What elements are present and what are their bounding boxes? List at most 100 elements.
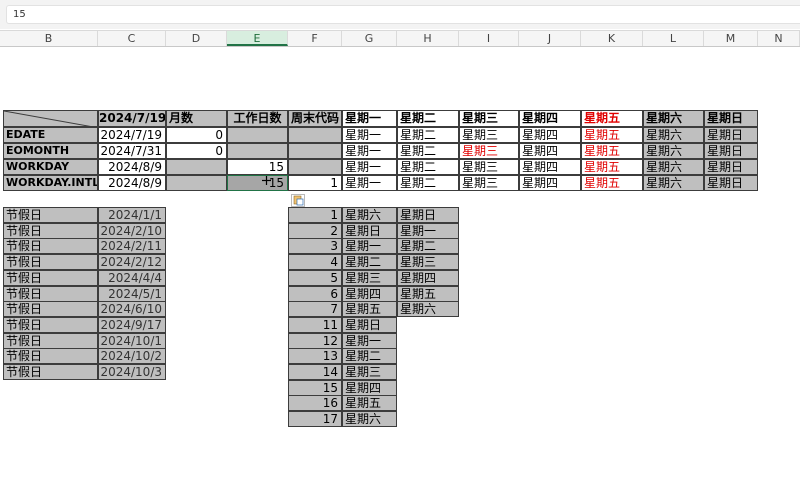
weekend-code-number[interactable]: 2: [288, 223, 342, 239]
holiday-label[interactable]: 节假日: [3, 254, 98, 270]
weekend-code-number[interactable]: 6: [288, 286, 342, 302]
column-header-i[interactable]: I: [459, 31, 519, 46]
column-header-d[interactable]: D: [166, 31, 227, 46]
workday-months[interactable]: [166, 159, 227, 175]
workday-date[interactable]: 2024/8/9: [98, 159, 166, 175]
workday-intl-date[interactable]: 2024/8/9: [98, 175, 166, 191]
workday-weekday[interactable]: 星期五: [581, 159, 643, 175]
weekend-day[interactable]: 星期二: [342, 348, 397, 364]
eomonth-weekday[interactable]: 星期五: [581, 143, 643, 159]
holiday-label[interactable]: 节假日: [3, 207, 98, 223]
eomonth-weekday[interactable]: 星期六: [643, 143, 704, 159]
workday-intl-weekday[interactable]: 星期日: [704, 175, 758, 191]
edate-weekday[interactable]: 星期一: [342, 127, 397, 143]
edate-weekday[interactable]: 星期六: [643, 127, 704, 143]
weekend-day[interactable]: 星期五: [342, 395, 397, 411]
workday-weekday[interactable]: 星期三: [459, 159, 519, 175]
weekend-day[interactable]: 星期日: [342, 317, 397, 333]
weekend-day[interactable]: 星期五: [397, 286, 459, 302]
holiday-date[interactable]: 2024/4/4: [98, 270, 166, 286]
holiday-date[interactable]: 2024/10/1: [98, 333, 166, 349]
holiday-label[interactable]: 节假日: [3, 238, 98, 254]
column-header-b[interactable]: B: [0, 31, 98, 46]
edate-weekday[interactable]: 星期五: [581, 127, 643, 143]
weekend-code-number[interactable]: 13: [288, 348, 342, 364]
weekend-code-number[interactable]: 17: [288, 411, 342, 427]
workday-workdays[interactable]: 15: [227, 159, 288, 175]
eomonth-weekday[interactable]: 星期二: [397, 143, 459, 159]
column-header-k[interactable]: K: [581, 31, 643, 46]
weekend-day[interactable]: 星期三: [397, 254, 459, 270]
header-date[interactable]: 2024/7/19: [98, 110, 166, 127]
holiday-date[interactable]: 2024/10/3: [98, 364, 166, 380]
workday-intl-weekday[interactable]: 星期三: [459, 175, 519, 191]
holiday-date[interactable]: 2024/5/1: [98, 286, 166, 302]
weekend-day[interactable]: 星期三: [342, 364, 397, 380]
eomonth-date[interactable]: 2024/7/31: [98, 143, 166, 159]
weekend-day[interactable]: 星期一: [342, 333, 397, 349]
workday-intl-weekend-code[interactable]: 1: [288, 175, 342, 191]
holiday-label[interactable]: 节假日: [3, 286, 98, 302]
column-header-c[interactable]: C: [98, 31, 166, 46]
weekend-day[interactable]: 星期二: [342, 254, 397, 270]
weekend-code-number[interactable]: 11: [288, 317, 342, 333]
column-header-h[interactable]: H: [397, 31, 459, 46]
workday-intl-weekday[interactable]: 星期六: [643, 175, 704, 191]
eomonth-weekday[interactable]: 星期三: [459, 143, 519, 159]
weekend-code-number[interactable]: 3: [288, 238, 342, 254]
weekend-code-number[interactable]: 12: [288, 333, 342, 349]
edate-workdays[interactable]: [227, 127, 288, 143]
edate-date[interactable]: 2024/7/19: [98, 127, 166, 143]
edate-weekday[interactable]: 星期日: [704, 127, 758, 143]
workday-weekday[interactable]: 星期二: [397, 159, 459, 175]
weekend-day[interactable]: 星期三: [342, 270, 397, 286]
header-weekday[interactable]: 星期三: [459, 110, 519, 127]
formula-input[interactable]: [6, 5, 800, 24]
weekend-day[interactable]: 星期日: [397, 207, 459, 223]
holiday-date[interactable]: 2024/10/2: [98, 348, 166, 364]
weekend-code-number[interactable]: 15: [288, 380, 342, 396]
header-months[interactable]: 月数: [166, 110, 227, 127]
eomonth-weekday[interactable]: 星期日: [704, 143, 758, 159]
holiday-label[interactable]: 节假日: [3, 223, 98, 239]
holiday-label[interactable]: 节假日: [3, 301, 98, 317]
row-label-eomonth[interactable]: EOMONTH: [3, 143, 98, 159]
workday-weekday[interactable]: 星期四: [519, 159, 581, 175]
row-label-workday[interactable]: WORKDAY: [3, 159, 98, 175]
weekend-day[interactable]: 星期五: [342, 301, 397, 317]
column-header-g[interactable]: G: [342, 31, 397, 46]
weekend-day[interactable]: 星期一: [397, 223, 459, 239]
column-header-e[interactable]: E: [227, 31, 288, 46]
holiday-label[interactable]: 节假日: [3, 364, 98, 380]
weekend-day[interactable]: 星期四: [342, 286, 397, 302]
eomonth-workdays[interactable]: [227, 143, 288, 159]
header-weekday[interactable]: 星期日: [704, 110, 758, 127]
header-weekday[interactable]: 星期五: [581, 110, 643, 127]
holiday-label[interactable]: 节假日: [3, 348, 98, 364]
header-weekday[interactable]: 星期一: [342, 110, 397, 127]
holiday-date[interactable]: 2024/2/12: [98, 254, 166, 270]
holiday-date[interactable]: 2024/2/10: [98, 223, 166, 239]
workday-weekend-code[interactable]: [288, 159, 342, 175]
eomonth-weekday[interactable]: 星期四: [519, 143, 581, 159]
weekend-day[interactable]: 星期二: [397, 238, 459, 254]
header-workdays[interactable]: 工作日数: [227, 110, 288, 127]
eomonth-weekday[interactable]: 星期一: [342, 143, 397, 159]
column-header-n[interactable]: N: [758, 31, 800, 46]
column-header-j[interactable]: J: [519, 31, 581, 46]
weekend-code-number[interactable]: 5: [288, 270, 342, 286]
holiday-label[interactable]: 节假日: [3, 317, 98, 333]
header-weekend-code[interactable]: 周末代码: [288, 110, 342, 127]
column-header-l[interactable]: L: [643, 31, 704, 46]
edate-weekday[interactable]: 星期三: [459, 127, 519, 143]
workday-weekday[interactable]: 星期日: [704, 159, 758, 175]
weekend-day[interactable]: 星期一: [342, 238, 397, 254]
weekend-day[interactable]: 星期六: [342, 207, 397, 223]
workday-weekday[interactable]: 星期一: [342, 159, 397, 175]
workday-intl-weekday[interactable]: 星期五: [581, 175, 643, 191]
weekend-code-number[interactable]: 1: [288, 207, 342, 223]
diagonal-header-cell[interactable]: [3, 110, 98, 127]
workday-weekday[interactable]: 星期六: [643, 159, 704, 175]
header-weekday[interactable]: 星期六: [643, 110, 704, 127]
holiday-date[interactable]: 2024/1/1: [98, 207, 166, 223]
